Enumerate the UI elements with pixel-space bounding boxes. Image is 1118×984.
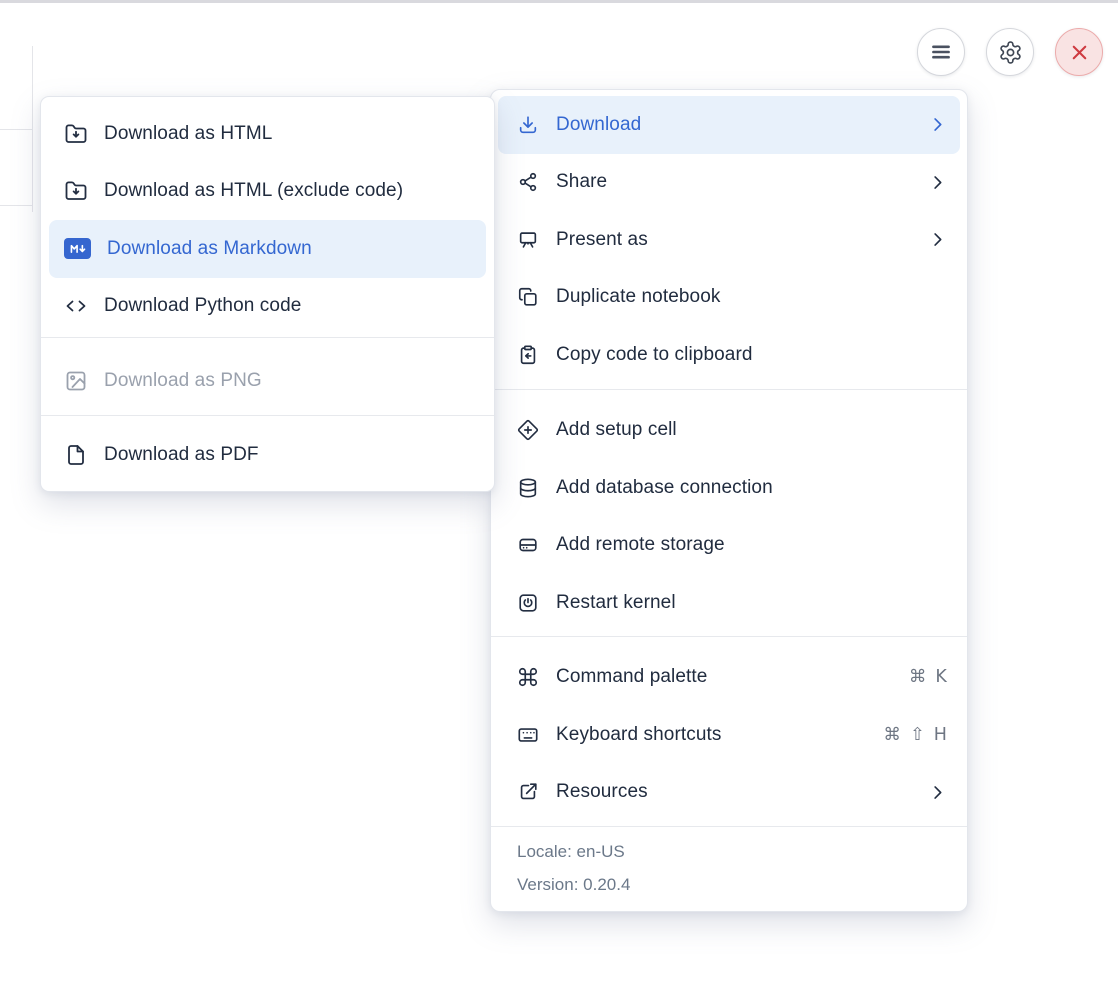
- folder-download-icon: [64, 122, 88, 146]
- submenu-item-label: Download as HTML (exclude code): [104, 180, 476, 202]
- notebook-menu-button[interactable]: [917, 28, 965, 76]
- clipboard-copy-icon: [517, 344, 539, 366]
- menu-item-restart-kernel[interactable]: Restart kernel: [491, 574, 967, 632]
- menu-item-download[interactable]: Download: [498, 96, 960, 154]
- menu-item-label: Duplicate notebook: [556, 286, 947, 308]
- download-submenu: Download as HTML Download as HTML (exclu…: [40, 96, 495, 492]
- submenu-item-label: Download as PNG: [104, 370, 476, 392]
- file-icon: [64, 443, 88, 467]
- database-icon: [517, 477, 539, 499]
- key-shift: ⇧: [910, 725, 925, 745]
- window-top-strip: [0, 0, 1118, 3]
- folder-download-icon: [64, 179, 88, 203]
- menu-item-resources[interactable]: Resources: [491, 764, 967, 822]
- chevron-right-icon: [928, 173, 947, 192]
- menu-footer: Locale: en-US Version: 0.20.4: [491, 827, 967, 911]
- share-icon: [517, 171, 539, 193]
- gear-icon: [998, 40, 1023, 65]
- submenu-item-label: Download as PDF: [104, 444, 476, 466]
- menu-separator: [491, 389, 967, 390]
- code-icon: [64, 294, 88, 318]
- menu-item-label: Share: [556, 171, 911, 193]
- chevron-right-icon: [928, 230, 947, 249]
- background-cell-border: [0, 129, 33, 130]
- close-icon: [1068, 41, 1091, 64]
- menu-item-present-as[interactable]: Present as: [491, 211, 967, 269]
- presentation-icon: [517, 229, 539, 251]
- submenu-item-download-markdown[interactable]: Download as Markdown: [49, 220, 486, 278]
- version-text: Version: 0.20.4: [491, 868, 967, 901]
- menu-item-add-setup-cell[interactable]: Add setup cell: [491, 402, 967, 460]
- menu-item-label: Command palette: [556, 666, 892, 688]
- keyboard-icon: [517, 724, 539, 746]
- menu-item-label: Keyboard shortcuts: [556, 724, 866, 746]
- submenu-item-download-png[interactable]: Download as PNG: [41, 352, 494, 410]
- diamond-plus-icon: [517, 419, 539, 441]
- key-k: K: [935, 667, 947, 687]
- menu-item-duplicate-notebook[interactable]: Duplicate notebook: [491, 269, 967, 327]
- notebook-menu: Download Share Present as Duplicate note…: [490, 89, 968, 912]
- menu-item-label: Resources: [556, 781, 911, 803]
- menu-item-label: Add remote storage: [556, 534, 947, 556]
- shortcut-keys: ⌘ K: [909, 667, 947, 687]
- submenu-item-download-html-exclude-code[interactable]: Download as HTML (exclude code): [41, 163, 494, 221]
- menu-item-add-remote-storage[interactable]: Add remote storage: [491, 517, 967, 575]
- submenu-item-download-html[interactable]: Download as HTML: [41, 105, 494, 163]
- markdown-download-icon: [64, 238, 91, 259]
- menu-item-label: Add database connection: [556, 477, 947, 499]
- menu-item-add-database-connection[interactable]: Add database connection: [491, 459, 967, 517]
- key-cmd: ⌘: [883, 725, 901, 745]
- download-icon: [517, 114, 539, 136]
- hard-drive-icon: [517, 534, 539, 556]
- shortcut-keys: ⌘ ⇧ H: [883, 725, 947, 745]
- hamburger-icon: [928, 39, 954, 65]
- command-icon: [517, 666, 539, 688]
- key-cmd: ⌘: [909, 667, 927, 687]
- menu-item-copy-code[interactable]: Copy code to clipboard: [491, 326, 967, 384]
- submenu-item-label: Download as HTML: [104, 123, 476, 145]
- menu-item-label: Download: [556, 114, 911, 136]
- submenu-item-label: Download as Markdown: [107, 238, 476, 260]
- background-cell-border: [0, 205, 33, 206]
- menu-item-label: Add setup cell: [556, 419, 947, 441]
- chevron-right-icon: [928, 783, 947, 802]
- menu-separator: [41, 415, 494, 416]
- menu-item-command-palette[interactable]: Command palette ⌘ K: [491, 649, 967, 707]
- menu-item-label: Restart kernel: [556, 592, 947, 614]
- external-link-icon: [517, 781, 539, 803]
- key-h: H: [934, 725, 947, 745]
- submenu-item-download-pdf[interactable]: Download as PDF: [41, 427, 494, 485]
- menu-item-label: Copy code to clipboard: [556, 344, 947, 366]
- submenu-item-label: Download Python code: [104, 295, 476, 317]
- settings-button[interactable]: [986, 28, 1034, 76]
- menu-item-share[interactable]: Share: [491, 154, 967, 212]
- menu-separator: [41, 337, 494, 338]
- image-icon: [64, 369, 88, 393]
- duplicate-icon: [517, 286, 539, 308]
- power-icon: [517, 592, 539, 614]
- close-button[interactable]: [1055, 28, 1103, 76]
- chevron-right-icon: [928, 115, 947, 134]
- menu-item-label: Present as: [556, 229, 911, 251]
- submenu-item-download-python-code[interactable]: Download Python code: [41, 278, 494, 336]
- menu-item-keyboard-shortcuts[interactable]: Keyboard shortcuts ⌘ ⇧ H: [491, 706, 967, 764]
- locale-text: Locale: en-US: [491, 835, 967, 868]
- menu-separator: [491, 636, 967, 637]
